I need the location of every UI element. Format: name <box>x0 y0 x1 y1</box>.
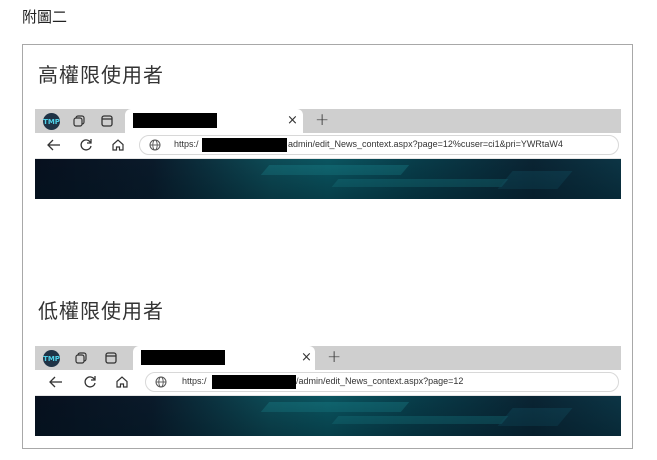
page-banner-image <box>35 396 621 436</box>
url-field[interactable]: https:/ /admin/edit_News_context.aspx?pa… <box>145 372 619 392</box>
tab-close-button[interactable]: × <box>287 113 298 128</box>
document-caption: 附圖二 <box>22 8 68 26</box>
new-tab-button[interactable]: + <box>327 347 341 367</box>
redacted-tab-title <box>133 113 217 128</box>
back-arrow-icon[interactable] <box>45 136 63 154</box>
tab-close-button[interactable]: × <box>301 350 312 365</box>
section-title-high-privilege: 高權限使用者 <box>38 63 164 87</box>
refresh-icon[interactable] <box>81 373 99 391</box>
site-logo-icon[interactable]: TMP <box>43 350 60 367</box>
active-tab[interactable]: × <box>125 109 303 133</box>
redacted-domain <box>202 138 287 152</box>
globe-icon <box>149 139 161 151</box>
address-bar-row: https:/ admin/edit_News_context.aspx?pag… <box>35 133 621 159</box>
url-prefix: https:/ <box>174 139 199 149</box>
refresh-icon[interactable] <box>77 136 95 154</box>
workspaces-icon[interactable] <box>73 350 89 366</box>
active-tab[interactable]: × <box>133 346 315 370</box>
browser-window-low-privilege: TMP × + https:/ /admin/edit_News_context… <box>35 346 621 436</box>
url-field[interactable]: https:/ admin/edit_News_context.aspx?pag… <box>139 135 619 155</box>
home-icon[interactable] <box>113 373 131 391</box>
address-bar-row: https:/ /admin/edit_News_context.aspx?pa… <box>35 370 621 396</box>
browser-window-high-privilege: TMP × + https:/ admin/edit_News_context.… <box>35 109 621 199</box>
home-icon[interactable] <box>109 136 127 154</box>
url-path: admin/edit_News_context.aspx?page=12%cus… <box>288 139 563 149</box>
new-tab-button[interactable]: + <box>315 110 329 130</box>
back-arrow-icon[interactable] <box>47 373 65 391</box>
workspaces-icon[interactable] <box>71 113 87 129</box>
url-path: /admin/edit_News_context.aspx?page=12 <box>296 376 464 386</box>
tab-bar: TMP × + <box>35 109 621 133</box>
page-banner-image <box>35 159 621 199</box>
redacted-tab-title <box>141 350 225 365</box>
site-logo-icon[interactable]: TMP <box>43 113 60 130</box>
screenshot-frame: 高權限使用者 TMP × + https:/ admin/edit_News_c… <box>22 44 633 449</box>
tab-bar: TMP × + <box>35 346 621 370</box>
section-title-low-privilege: 低權限使用者 <box>38 299 164 323</box>
globe-icon <box>155 376 167 388</box>
tab-actions-icon[interactable] <box>103 350 119 366</box>
url-prefix: https:/ <box>182 376 207 386</box>
redacted-domain <box>212 375 296 389</box>
tab-actions-icon[interactable] <box>99 113 115 129</box>
